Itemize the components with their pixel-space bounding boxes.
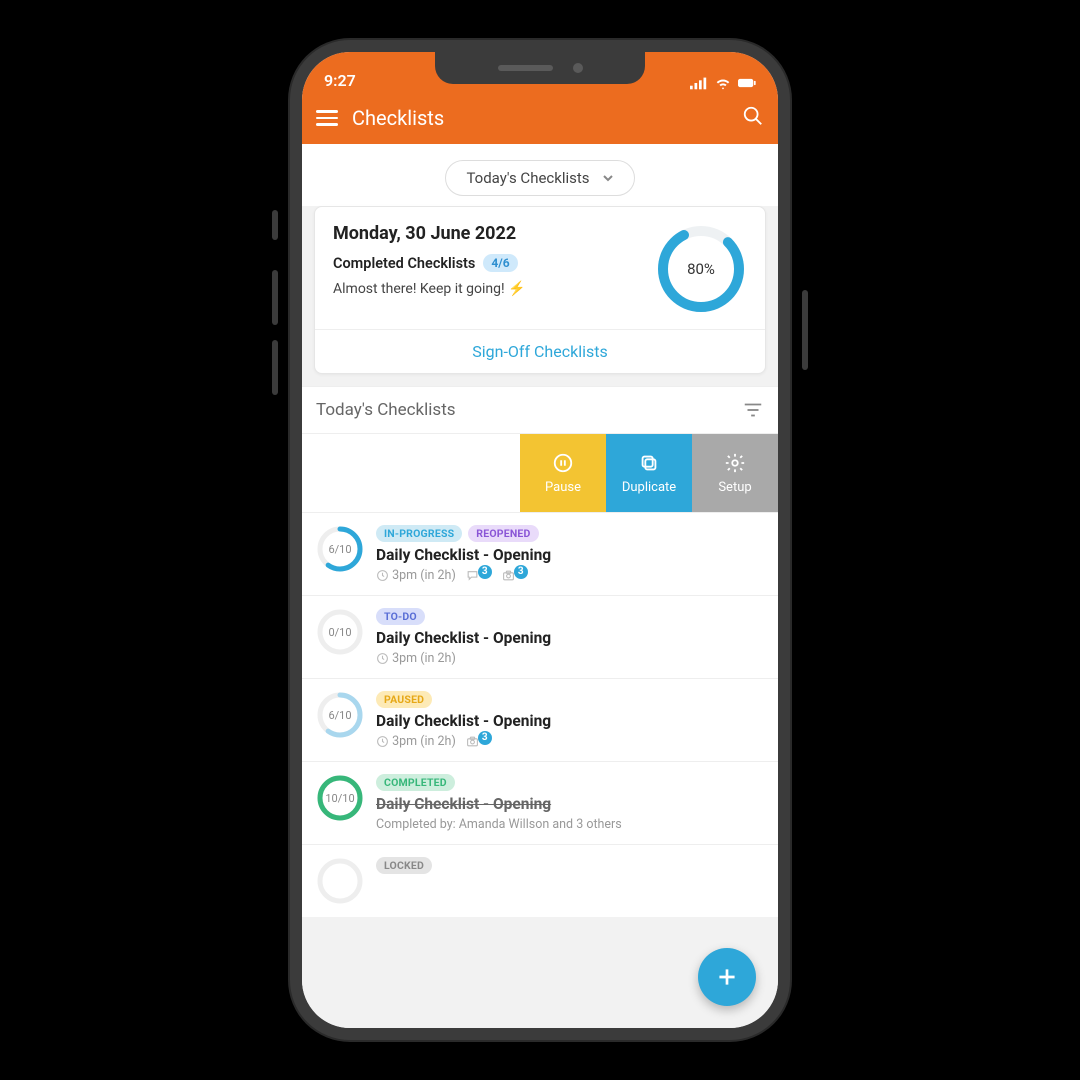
pause-label: Pause [545,480,581,495]
setup-label: Setup [718,480,751,495]
clock-icon [376,735,389,748]
signoff-button[interactable]: Sign-Off Checklists [472,342,607,361]
gear-icon [724,452,746,474]
pause-icon [552,452,574,474]
wifi-icon [714,76,732,90]
completed-count-badge: 4/6 [483,254,517,272]
duplicate-icon [638,452,660,474]
checklist-item[interactable]: 10/10 COMPLETED Daily Checklist - Openin… [302,761,778,844]
photos-badge[interactable]: 3 [502,569,528,582]
camera-icon [502,569,515,582]
filter-icon[interactable] [742,399,764,421]
power-button [802,290,808,370]
checklist-list: 6/10 IN-PROGRESS REOPENED Daily Checklist… [302,512,778,917]
progress-ring: 6/10 [316,525,364,573]
search-icon [742,105,764,127]
summary-message: Almost there! Keep it going! ⚡ [333,280,643,299]
comments-badge[interactable]: 3 [466,569,492,582]
chat-icon [466,569,479,582]
progress-ring: 0/10 [316,608,364,656]
phone-notch [435,52,645,84]
plus-icon [714,964,740,990]
volume-down-button [272,340,278,395]
progress-donut: 80% [655,223,747,315]
progress-count: 6/10 [316,691,364,739]
dropdown-area: Today's Checklists [302,144,778,206]
summary-date: Monday, 30 June 2022 [333,223,643,244]
summary-card: Monday, 30 June 2022 Completed Checklist… [314,206,766,374]
menu-button[interactable] [316,110,338,126]
progress-count: 10/10 [316,774,364,822]
progress-count [316,857,364,905]
status-pill: REOPENED [468,525,538,542]
progress-count: 0/10 [316,608,364,656]
view-selector[interactable]: Today's Checklists [445,160,634,196]
clock-icon [376,569,389,582]
duplicate-label: Duplicate [622,480,676,495]
status-time: 9:27 [324,71,356,90]
progress-ring: 10/10 [316,774,364,822]
battery-icon [738,76,756,90]
add-button[interactable] [698,948,756,1006]
time-meta: 3pm (in 2h) [376,651,456,666]
signal-icon [690,76,708,90]
time-meta: 3pm (in 2h) [376,734,456,749]
time-meta: 3pm (in 2h) [376,568,456,583]
section-header: Today's Checklists [302,386,778,434]
pause-action[interactable]: Pause [520,434,606,512]
progress-ring [316,857,364,905]
page-title: Checklists [352,106,728,130]
photos-badge[interactable]: 3 [466,735,492,748]
checklist-item[interactable]: 6/10 IN-PROGRESS REOPENED Daily Checklist… [302,512,778,595]
progress-percent: 80% [655,223,747,315]
completed-label: Completed Checklists [333,255,475,272]
search-button[interactable] [742,105,764,131]
status-pill: LOCKED [376,857,432,874]
chevron-down-icon [602,172,614,184]
status-pill: COMPLETED [376,774,455,791]
setup-action[interactable]: Setup [692,434,778,512]
status-pill: IN-PROGRESS [376,525,462,542]
clock-icon [376,652,389,665]
phone-frame: 9:27 Checklists Today's Checklists [290,40,790,1040]
volume-up-button [272,270,278,325]
checklist-item[interactable]: 6/10 PAUSED Daily Checklist - Opening 3p… [302,678,778,761]
swipe-actions: Pause Duplicate Setup [302,434,778,512]
app-header: Checklists [302,92,778,144]
duplicate-action[interactable]: Duplicate [606,434,692,512]
status-pill: TO-DO [376,608,425,625]
view-selector-label: Today's Checklists [466,169,589,187]
progress-count: 6/10 [316,525,364,573]
checklist-title: Daily Checklist - Opening [376,795,764,813]
volume-mute-button [272,210,278,240]
checklist-title: Daily Checklist - Opening [376,629,764,647]
content-area: Today's Checklists Monday, 30 June 2022 … [302,144,778,1028]
completed-by: Completed by: Amanda Willson and 3 other… [376,817,764,832]
checklist-item[interactable]: LOCKED [302,844,778,917]
checklist-item[interactable]: 0/10 TO-DO Daily Checklist - Opening 3pm… [302,595,778,678]
status-pill: PAUSED [376,691,432,708]
checklist-title: Daily Checklist - Opening [376,712,764,730]
checklist-title: Daily Checklist - Opening [376,546,764,564]
camera-icon [466,735,479,748]
section-title: Today's Checklists [316,400,456,420]
progress-ring: 6/10 [316,691,364,739]
